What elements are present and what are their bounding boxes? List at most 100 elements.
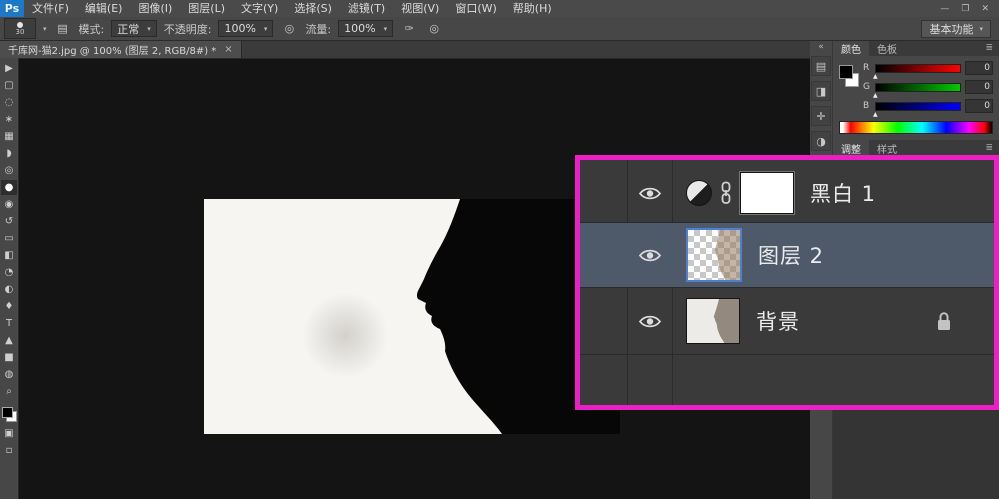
info-panel-icon[interactable]: ✛ [811,106,831,126]
mask-link-icon[interactable] [720,181,732,205]
close-button[interactable]: ✕ [981,4,989,14]
brush-preset-caret-icon[interactable]: ▾ [43,25,47,33]
tab-close-icon[interactable]: × [224,44,232,55]
crop-tool-icon: ▦ [4,131,13,142]
layer-thumbnail[interactable] [686,228,742,282]
lasso-tool-button[interactable]: ◌ [1,95,17,110]
eyedropper-tool-button[interactable]: ◗ [1,146,17,161]
zoom-tool-button[interactable]: ⌕ [1,384,17,399]
tab-swatches[interactable]: 色板 [869,40,905,56]
opacity-dropdown[interactable]: 100% ▾ [218,20,273,37]
collapse-panels-icon[interactable]: « [818,42,824,52]
color-spectrum-ramp[interactable] [839,121,993,134]
brush-tool-icon: ● [5,182,14,193]
toggle-brush-panel-icon[interactable]: ▤ [54,20,72,38]
layer-visibility-toggle[interactable] [627,314,672,329]
eye-icon [638,186,662,201]
pen-tool-button[interactable]: ♦ [1,299,17,314]
screen-mode-icon: ▫ [6,445,13,456]
workspace-switcher-button[interactable]: 基本功能 ▾ [921,20,991,38]
gradient-tool-button[interactable]: ◧ [1,248,17,263]
history-brush-tool-button[interactable]: ↺ [1,214,17,229]
panel-menu-icon[interactable]: ≣ [985,40,999,56]
channels-panel-icon[interactable]: ◑ [811,131,831,151]
eyedropper-tool-icon: ◗ [6,148,11,159]
pressure-size-icon[interactable]: ◎ [425,20,443,38]
blackwhite-adjustment-icon[interactable] [686,180,712,206]
menu-select[interactable]: 选择(S) [286,0,340,17]
flow-dropdown[interactable]: 100% ▾ [338,20,393,37]
menu-image[interactable]: 图像(I) [130,0,180,17]
path-selection-tool-button[interactable]: ▲ [1,333,17,348]
menu-edit[interactable]: 编辑(E) [77,0,131,17]
blue-value-field[interactable]: 0 [965,99,993,113]
pressure-opacity-icon[interactable]: ◎ [280,20,298,38]
eye-icon [638,314,662,329]
clone-stamp-tool-button[interactable]: ◉ [1,197,17,212]
slider-handle-icon[interactable]: ▲ [873,92,878,99]
mode-label: 模式: [79,21,105,37]
tab-styles[interactable]: 样式 [869,140,905,156]
move-tool-icon: ▶ [5,63,13,74]
photoshop-logo: Ps [0,0,24,17]
history-panel-icon[interactable]: ▤ [811,56,831,76]
brush-preset-picker[interactable]: 30 [4,18,36,39]
row-gutter [580,288,627,354]
layer-row-background[interactable]: 背景 [580,288,994,355]
layer-visibility-toggle[interactable] [627,248,672,263]
layer-mask-thumbnail[interactable] [740,172,794,214]
quick-mask-button[interactable]: ▣ [1,426,17,441]
document-title: 千库网-猫2.jpg @ 100% (图层 2, RGB/8#) * [8,42,216,57]
shape-tool-button[interactable]: ■ [1,350,17,365]
layer-visibility-toggle[interactable] [627,186,672,201]
layer-thumbnail[interactable] [686,298,740,344]
crop-tool-button[interactable]: ▦ [1,129,17,144]
blue-slider[interactable]: ▲ [875,102,961,111]
quick-selection-tool-button[interactable]: ∗ [1,112,17,127]
tool-options-bar: 30 ▾ ▤ 模式: 正常 ▾ 不透明度: 100% ▾ ◎ 流量: 100% … [0,17,999,41]
minimize-button[interactable]: — [940,4,949,14]
blur-tool-button[interactable]: ◔ [1,265,17,280]
green-slider[interactable]: ▲ [875,83,961,92]
healing-brush-tool-button[interactable]: ◎ [1,163,17,178]
color-panel-swatches[interactable] [839,61,857,101]
eraser-tool-button[interactable]: ▭ [1,231,17,246]
shape-tool-icon: ■ [4,352,13,363]
move-tool-button[interactable]: ▶ [1,61,17,76]
layer-row-layer2-selected[interactable]: 图层 2 [580,223,994,288]
menu-filter[interactable]: 滤镜(T) [340,0,393,17]
hand-tool-button[interactable]: ◍ [1,367,17,382]
marquee-tool-button[interactable]: ▢ [1,78,17,93]
menu-help[interactable]: 帮助(H) [505,0,560,17]
zoom-tool-icon: ⌕ [6,386,12,397]
menu-view[interactable]: 视图(V) [393,0,447,17]
restore-button[interactable]: ❐ [961,4,969,14]
airbrush-icon[interactable]: ✑ [400,20,418,38]
layer-name: 背景 [756,306,800,336]
foreground-color-swatch[interactable] [2,407,13,418]
menu-file[interactable]: 文件(F) [24,0,77,17]
type-tool-button[interactable]: T [1,316,17,331]
menu-window[interactable]: 窗口(W) [447,0,504,17]
slider-handle-icon[interactable]: ▲ [873,73,878,80]
foreground-color-swatch[interactable] [839,65,853,79]
screen-mode-button[interactable]: ▫ [1,443,17,458]
blend-mode-dropdown[interactable]: 正常 ▾ [111,20,157,37]
brush-tool-button[interactable]: ● [1,180,17,195]
panel-menu-icon[interactable]: ≣ [985,140,999,156]
tab-adjustments[interactable]: 调整 [833,140,869,156]
foreground-background-swatches[interactable] [2,407,17,422]
dodge-tool-button[interactable]: ◐ [1,282,17,297]
red-value-field[interactable]: 0 [965,61,993,75]
tab-color[interactable]: 颜色 [833,40,869,56]
menu-layer[interactable]: 图层(L) [180,0,233,17]
menu-type[interactable]: 文字(Y) [233,0,286,17]
window-controls: — ❐ ✕ [940,4,999,14]
document-tab[interactable]: 千库网-猫2.jpg @ 100% (图层 2, RGB/8#) * × [0,40,242,58]
properties-panel-icon[interactable]: ◨ [811,81,831,101]
green-value-field[interactable]: 0 [965,80,993,94]
layer-row-blackwhite[interactable]: 黑白 1 [580,164,994,223]
document-image[interactable] [204,199,620,434]
slider-handle-icon[interactable]: ▲ [873,111,878,118]
red-slider[interactable]: ▲ [875,64,961,73]
